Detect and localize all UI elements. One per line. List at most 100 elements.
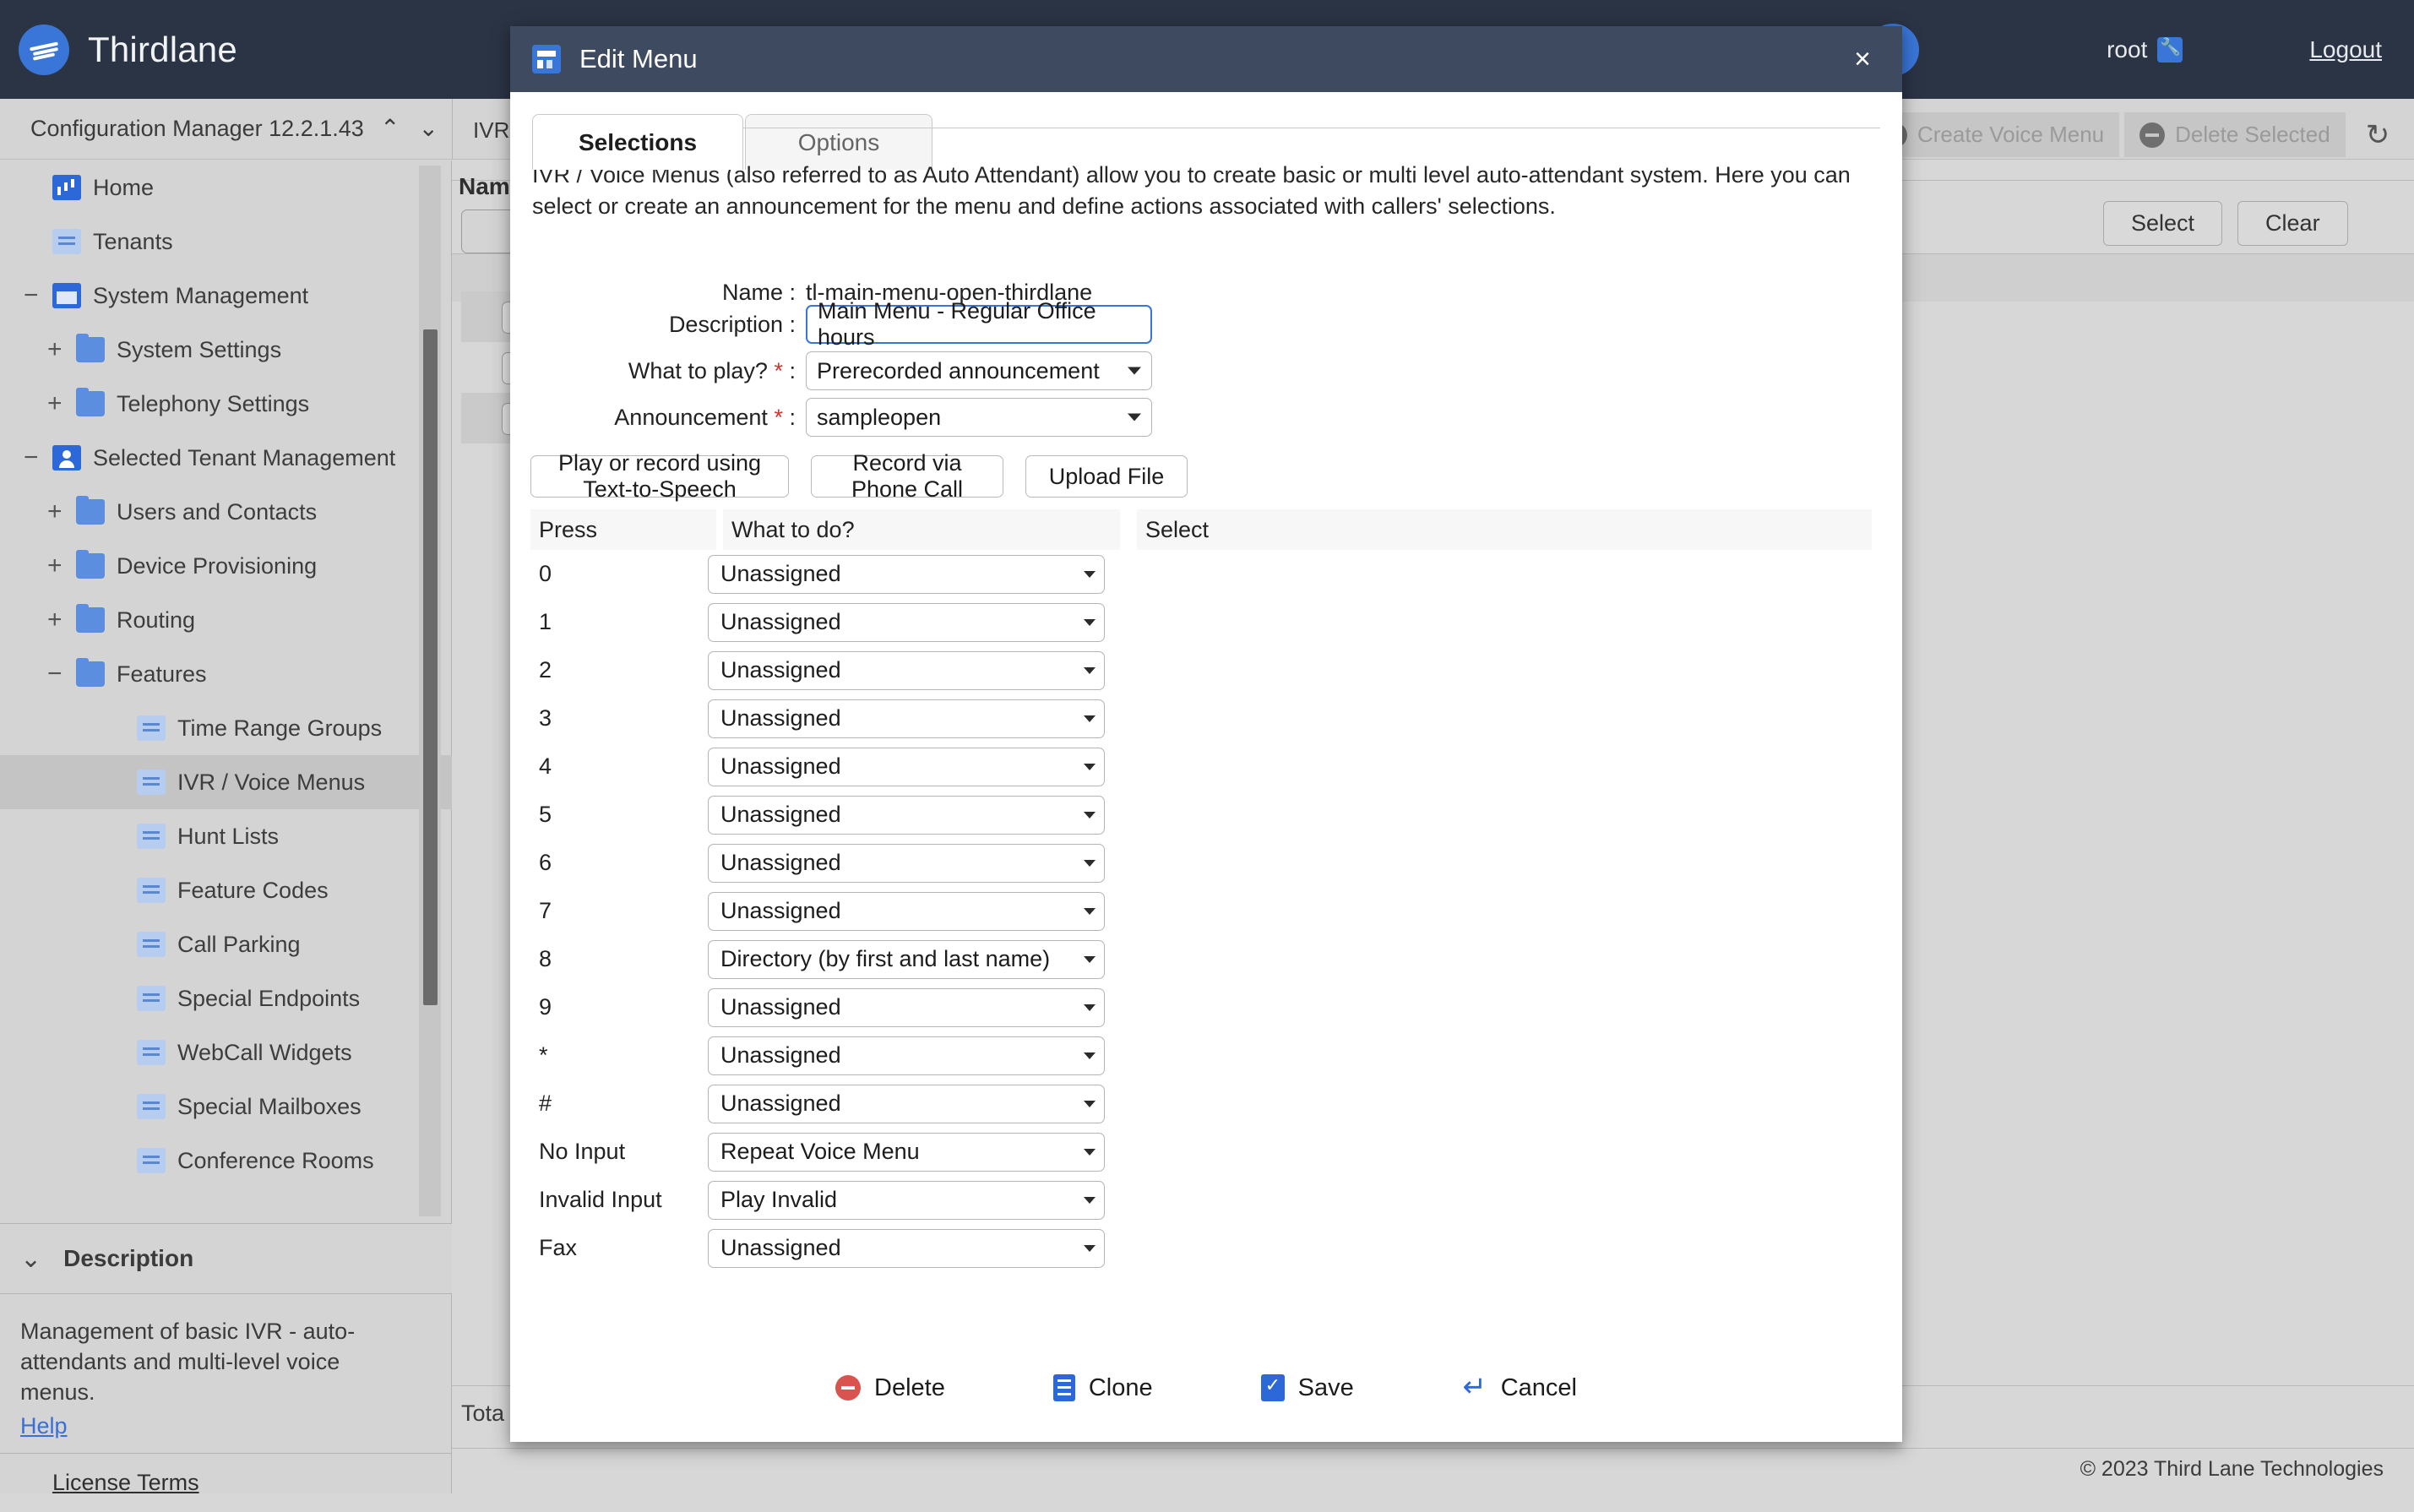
- announcement-select[interactable]: sampleopen: [806, 398, 1152, 437]
- description-panel-header[interactable]: ⌄ Description: [0, 1223, 452, 1294]
- chevron-down-icon: [1084, 619, 1096, 626]
- action-select[interactable]: Unassigned: [708, 844, 1105, 883]
- background-toolbar: Create Voice Menu Delete Selected ↻: [1867, 112, 2390, 157]
- announcement-label: Announcement * :: [510, 405, 806, 431]
- text-to-speech-button[interactable]: Play or record using Text-to-Speech: [530, 455, 789, 498]
- sidebar-item-home[interactable]: Home: [0, 160, 452, 215]
- create-voice-menu-button[interactable]: Create Voice Menu: [1867, 112, 2119, 157]
- tab-selections[interactable]: Selections: [532, 114, 743, 170]
- sidebar-item-device-provisioning[interactable]: +Device Provisioning: [0, 539, 452, 593]
- delete-button[interactable]: Delete: [835, 1373, 945, 1402]
- press-key-label: 3: [530, 705, 708, 732]
- collapse-icon[interactable]: −: [24, 443, 52, 472]
- table-row: 3Unassigned: [530, 694, 1878, 742]
- action-select-value: Unassigned: [720, 1042, 841, 1069]
- announcement-value: sampleopen: [817, 405, 941, 431]
- action-select[interactable]: Unassigned: [708, 796, 1105, 835]
- sidebar-scrollbar-thumb[interactable]: [423, 329, 438, 1005]
- clone-button[interactable]: Clone: [1053, 1373, 1153, 1402]
- expand-icon[interactable]: +: [47, 335, 76, 364]
- expand-icon[interactable]: +: [47, 552, 76, 580]
- sidebar-item-call-parking[interactable]: Call Parking: [0, 917, 452, 971]
- delete-selected-button[interactable]: Delete Selected: [2124, 112, 2346, 157]
- action-select[interactable]: Directory (by first and last name): [708, 940, 1105, 979]
- edit-menu-dialog: Edit Menu × Selections Options IVR / Voi…: [510, 26, 1902, 1442]
- clear-button[interactable]: Clear: [2237, 201, 2348, 246]
- sidebar-item-hunt-lists[interactable]: Hunt Lists: [0, 809, 452, 863]
- doc-icon: [137, 986, 166, 1011]
- sidebar-item-label: Selected Tenant Management: [93, 445, 395, 471]
- logout-link[interactable]: Logout: [2309, 36, 2382, 63]
- sidebar-item-conference-rooms[interactable]: Conference Rooms: [0, 1134, 452, 1188]
- sidebar-item-system-settings[interactable]: +System Settings: [0, 323, 452, 377]
- action-select[interactable]: Unassigned: [708, 748, 1105, 786]
- sidebar-item-webcall-widgets[interactable]: WebCall Widgets: [0, 1025, 452, 1080]
- collapse-expand-controls[interactable]: ⌃ ⌄: [380, 114, 438, 142]
- sidebar-item-telephony-settings[interactable]: +Telephony Settings: [0, 377, 452, 431]
- chevron-down-icon: [1084, 908, 1096, 915]
- action-select[interactable]: Unassigned: [708, 651, 1105, 690]
- chevron-up-icon[interactable]: ⌃: [380, 114, 400, 142]
- action-select[interactable]: Unassigned: [708, 603, 1105, 642]
- chevron-down-icon[interactable]: ⌄: [418, 114, 438, 142]
- doc-icon: [137, 715, 166, 741]
- action-select[interactable]: Unassigned: [708, 988, 1105, 1027]
- press-key-label: Fax: [530, 1235, 708, 1261]
- chevron-down-icon: [1084, 1245, 1096, 1252]
- action-select[interactable]: Unassigned: [708, 699, 1105, 738]
- action-select[interactable]: Unassigned: [708, 892, 1105, 931]
- expand-icon[interactable]: +: [47, 498, 76, 526]
- collapse-icon[interactable]: −: [24, 281, 52, 310]
- close-icon[interactable]: ×: [1846, 43, 1878, 75]
- sidebar-item-label: IVR / Voice Menus: [177, 770, 365, 796]
- press-key-label: #: [530, 1090, 708, 1117]
- collapse-icon[interactable]: −: [47, 660, 76, 688]
- sidebar-item-system-management[interactable]: −System Management: [0, 269, 452, 323]
- chevron-down-icon: [1084, 1004, 1096, 1011]
- action-select[interactable]: Unassigned: [708, 1036, 1105, 1075]
- chevron-down-icon[interactable]: ⌄: [20, 1244, 41, 1274]
- expand-icon[interactable]: +: [47, 389, 76, 418]
- name-row: Name : tl-main-menu-open-thirdlane: [510, 280, 1902, 306]
- upload-file-button[interactable]: Upload File: [1025, 455, 1188, 498]
- sidebar-item-time-range-groups[interactable]: Time Range Groups: [0, 701, 452, 755]
- description-panel-title: Description: [63, 1245, 193, 1272]
- save-button[interactable]: Save: [1261, 1373, 1354, 1402]
- help-link[interactable]: Help: [20, 1411, 68, 1442]
- action-select[interactable]: Unassigned: [708, 555, 1105, 594]
- select-button[interactable]: Select: [2103, 201, 2222, 246]
- sidebar-item-selected-tenant-management[interactable]: − Selected Tenant Management: [0, 431, 452, 485]
- action-select[interactable]: Play Invalid: [708, 1181, 1105, 1220]
- sidebar-item-features[interactable]: −Features: [0, 647, 452, 701]
- chevron-down-icon: [1084, 715, 1096, 722]
- sidebar-item-users-and-contacts[interactable]: +Users and Contacts: [0, 485, 452, 539]
- name-label: Name :: [510, 280, 806, 306]
- cancel-button[interactable]: ↵ Cancel: [1462, 1373, 1577, 1402]
- license-terms-link[interactable]: License Terms: [52, 1470, 199, 1496]
- press-key-label: 8: [530, 946, 708, 972]
- record-via-phone-button[interactable]: Record via Phone Call: [811, 455, 1003, 498]
- sidebar-item-tenants[interactable]: Tenants: [0, 215, 452, 269]
- press-actions-table: Press What to do? Select 0Unassigned1Una…: [530, 509, 1878, 1272]
- wrench-icon[interactable]: [2157, 37, 2183, 63]
- sidebar-item-label: Routing: [117, 607, 195, 634]
- table-row: 8Directory (by first and last name): [530, 935, 1878, 983]
- sidebar-item-feature-codes[interactable]: Feature Codes: [0, 863, 452, 917]
- action-select[interactable]: Unassigned: [708, 1229, 1105, 1268]
- expand-icon[interactable]: +: [47, 606, 76, 634]
- description-input[interactable]: Main Menu - Regular Office hours: [806, 305, 1152, 344]
- folder-icon: [76, 337, 105, 362]
- sidebar-item-routing[interactable]: + Routing: [0, 593, 452, 647]
- create-voice-menu-label: Create Voice Menu: [1917, 122, 2104, 148]
- what-to-play-select[interactable]: Prerecorded announcement: [806, 351, 1152, 390]
- sidebar-item-special-mailboxes[interactable]: Special Mailboxes: [0, 1080, 452, 1134]
- sidebar-item-ivr-voice-menus[interactable]: IVR / Voice Menus: [0, 755, 452, 809]
- action-select[interactable]: Unassigned: [708, 1085, 1105, 1123]
- user-menu[interactable]: root: [2107, 36, 2183, 63]
- action-select[interactable]: Repeat Voice Menu: [708, 1133, 1105, 1172]
- refresh-icon[interactable]: ↻: [2366, 121, 2390, 150]
- config-manager-label: Configuration Manager 12.2.1.43: [30, 116, 364, 142]
- chevron-down-icon: [1084, 1052, 1096, 1059]
- table-row: 5Unassigned: [530, 791, 1878, 839]
- sidebar-item-special-endpoints[interactable]: Special Endpoints: [0, 971, 452, 1025]
